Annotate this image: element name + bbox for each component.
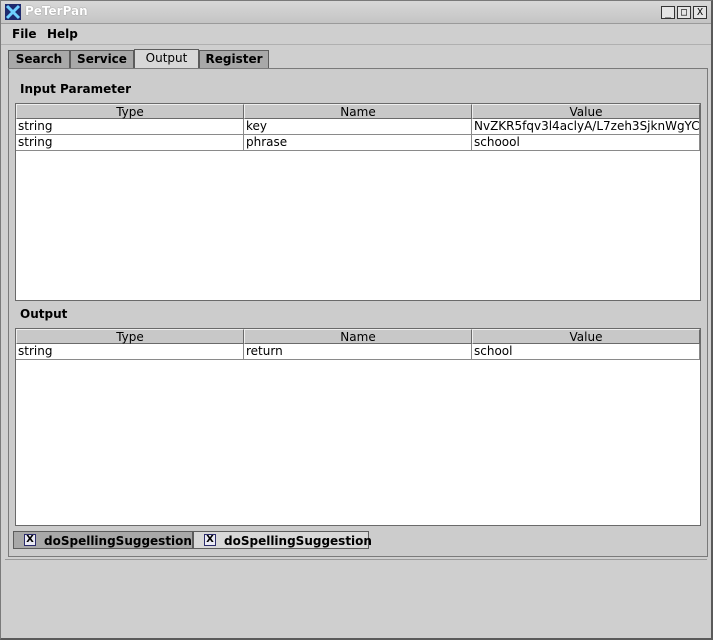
x-logo-icon xyxy=(5,4,21,20)
table-row[interactable]: string phrase schoool xyxy=(16,135,700,151)
table-header: Type Name Value xyxy=(16,104,700,119)
window-title: PeTerPan xyxy=(25,4,88,18)
output-table: Type Name Value string return school xyxy=(15,328,701,526)
column-header-name[interactable]: Name xyxy=(244,104,472,119)
close-button[interactable]: X xyxy=(693,6,707,19)
menu-file[interactable]: File xyxy=(12,27,37,41)
close-tab-icon[interactable]: X xyxy=(24,534,36,546)
cell-value[interactable]: NvZKR5fqv3l4aclyA/L7zeh3SjknWgYC xyxy=(472,119,700,135)
cell-type[interactable]: string xyxy=(16,344,244,360)
cell-type[interactable]: string xyxy=(16,135,244,151)
cell-name[interactable]: return xyxy=(244,344,472,360)
output-tab-panel: Input Parameter Type Name Value string k… xyxy=(8,68,708,557)
minimize-button[interactable]: _ xyxy=(661,6,675,19)
tab-search[interactable]: Search xyxy=(8,50,70,68)
operation-tab[interactable]: X doSpellingSuggestion xyxy=(13,531,193,549)
column-header-value[interactable]: Value xyxy=(472,104,700,119)
column-header-type[interactable]: Type xyxy=(16,329,244,344)
title-bar[interactable]: PeTerPan _ □ X xyxy=(1,1,711,24)
menu-help[interactable]: Help xyxy=(47,27,78,41)
cell-value[interactable]: school xyxy=(472,344,700,360)
output-heading: Output xyxy=(20,307,68,321)
menu-bar: File Help xyxy=(1,24,711,45)
operation-tab-label: doSpellingSuggestion xyxy=(44,534,192,548)
cell-type[interactable]: string xyxy=(16,119,244,135)
column-header-name[interactable]: Name xyxy=(244,329,472,344)
close-tab-icon[interactable]: X xyxy=(204,534,216,546)
cell-value[interactable]: schoool xyxy=(472,135,700,151)
cell-name[interactable]: phrase xyxy=(244,135,472,151)
divider xyxy=(5,559,707,560)
operation-tab[interactable]: X doSpellingSuggestion xyxy=(193,531,372,549)
tab-register[interactable]: Register xyxy=(199,50,269,68)
cell-name[interactable]: key xyxy=(244,119,472,135)
tab-output[interactable]: Output xyxy=(134,49,199,69)
input-parameter-table: Type Name Value string key NvZKR5fqv3l4a… xyxy=(15,103,701,301)
maximize-button[interactable]: □ xyxy=(677,6,691,19)
operation-tab-label: doSpellingSuggestion xyxy=(224,534,372,548)
column-header-type[interactable]: Type xyxy=(16,104,244,119)
table-row[interactable]: string return school xyxy=(16,344,700,360)
table-row[interactable]: string key NvZKR5fqv3l4aclyA/L7zeh3SjknW… xyxy=(16,119,700,135)
tab-service[interactable]: Service xyxy=(70,50,134,68)
table-header: Type Name Value xyxy=(16,329,700,344)
column-header-value[interactable]: Value xyxy=(472,329,700,344)
app-window: PeTerPan _ □ X File Help Search Service … xyxy=(0,0,713,640)
input-parameter-heading: Input Parameter xyxy=(20,82,132,96)
